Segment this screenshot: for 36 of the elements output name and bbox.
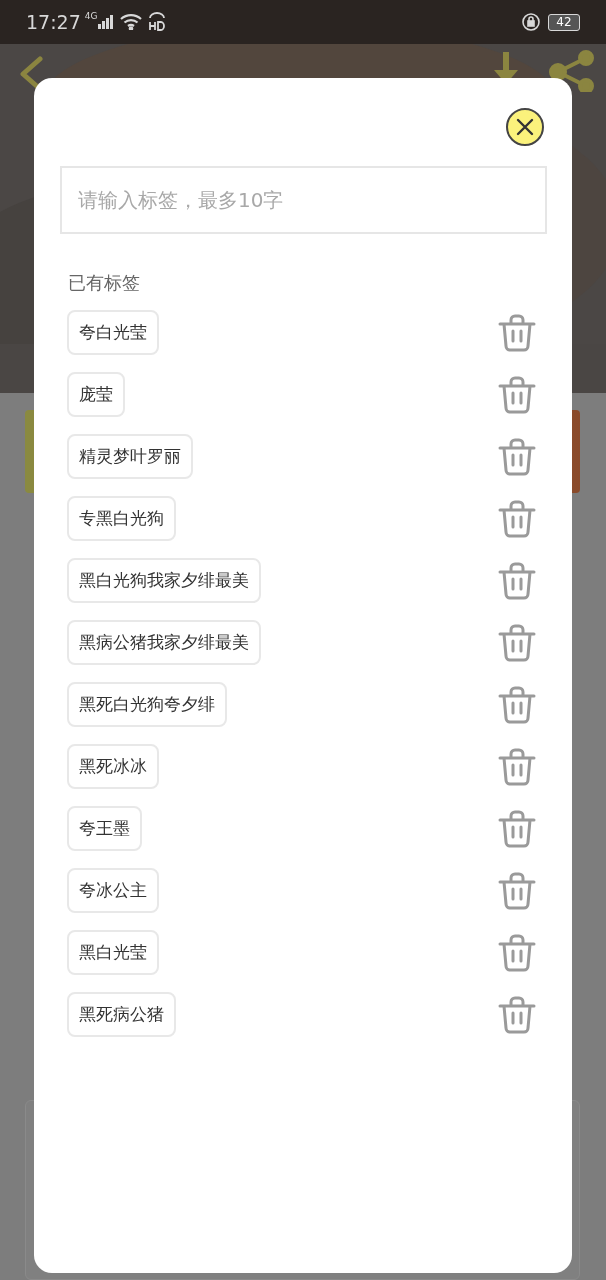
hd-call-icon bbox=[148, 12, 167, 32]
trash-icon[interactable] bbox=[498, 437, 536, 476]
trash-icon[interactable] bbox=[498, 809, 536, 848]
tag-chip[interactable]: 黑死病公猪 bbox=[67, 992, 176, 1037]
trash-icon[interactable] bbox=[498, 623, 536, 662]
wifi-icon bbox=[120, 14, 143, 30]
battery-indicator: 42 bbox=[548, 13, 580, 31]
trash-icon[interactable] bbox=[498, 499, 536, 538]
tag-input-field[interactable]: 请输入标签，最多10字 bbox=[60, 166, 547, 234]
section-title: 已有标签 bbox=[68, 271, 141, 295]
tag-chip[interactable]: 夸白光莹 bbox=[67, 310, 159, 355]
tag-chip[interactable]: 专黑白光狗 bbox=[67, 496, 176, 541]
trash-icon[interactable] bbox=[498, 685, 536, 724]
network-label: 4G bbox=[84, 10, 98, 23]
trash-icon[interactable] bbox=[498, 871, 536, 910]
close-button[interactable] bbox=[506, 108, 544, 146]
tag-chip[interactable]: 黑病公猪我家夕绯最美 bbox=[67, 620, 261, 665]
close-icon bbox=[516, 118, 534, 136]
tag-chip[interactable]: 夸王墨 bbox=[67, 806, 142, 851]
trash-icon[interactable] bbox=[498, 995, 536, 1034]
tag-chip[interactable]: 黑白光狗我家夕绯最美 bbox=[67, 558, 261, 603]
trash-icon[interactable] bbox=[498, 375, 536, 414]
tag-chip[interactable]: 黑白光莹 bbox=[67, 930, 159, 975]
rotation-lock-icon bbox=[522, 13, 540, 31]
trash-icon[interactable] bbox=[498, 561, 536, 600]
tag-chip[interactable]: 夸冰公主 bbox=[67, 868, 159, 913]
signal-icon bbox=[98, 15, 115, 29]
tag-chip[interactable]: 庞莹 bbox=[67, 372, 125, 417]
trash-icon[interactable] bbox=[498, 933, 536, 972]
share-icon[interactable] bbox=[548, 50, 596, 92]
tag-chip[interactable]: 黑死冰冰 bbox=[67, 744, 159, 789]
tag-chip[interactable]: 精灵梦叶罗丽 bbox=[67, 434, 193, 479]
clock: 17:27 bbox=[26, 9, 81, 35]
trash-icon[interactable] bbox=[498, 313, 536, 352]
trash-icon[interactable] bbox=[498, 747, 536, 786]
tag-chip[interactable]: 黑死白光狗夸夕绯 bbox=[67, 682, 227, 727]
